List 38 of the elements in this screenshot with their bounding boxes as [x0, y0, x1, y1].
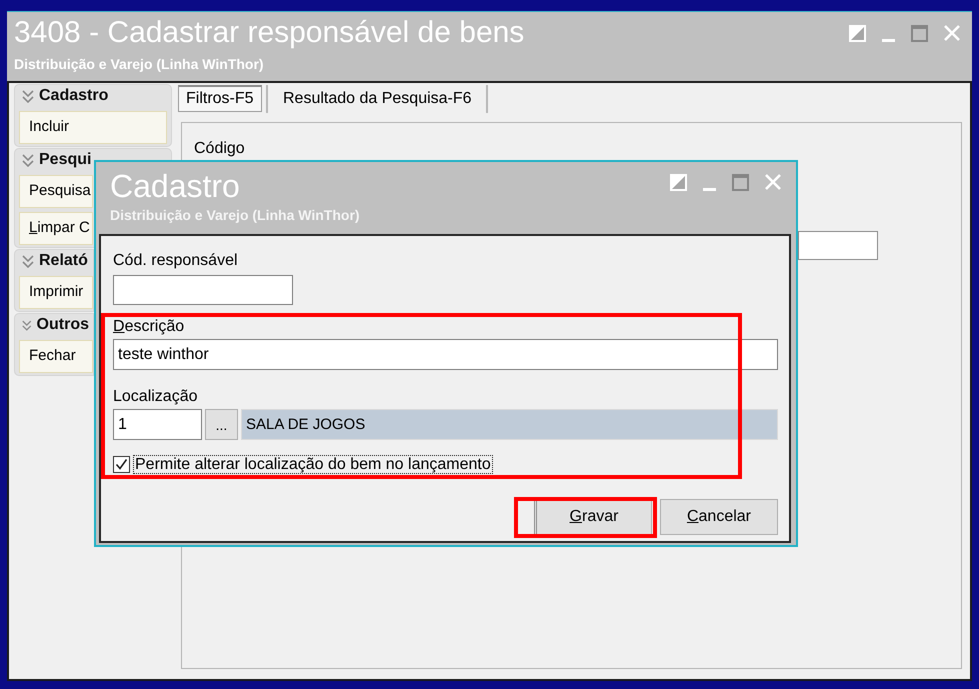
tab[interactable]: Filtros-F5 [178, 85, 262, 112]
readonly-field[interactable]: SALA DE JOGOS [241, 409, 778, 440]
sidebar-button[interactable]: Fechar [19, 340, 93, 373]
dialog-button[interactable]: Gravar [534, 499, 652, 535]
section-header: Outros [36, 315, 89, 335]
field-label: Código [194, 140, 245, 158]
checkbox[interactable] [113, 456, 130, 473]
double-chevron-icon [22, 254, 34, 268]
half-filled-square-icon[interactable] [670, 174, 687, 191]
input-field[interactable] [798, 231, 878, 260]
maximize-icon[interactable] [911, 25, 928, 42]
field-label: Cód. responsável [113, 252, 238, 270]
lookup-button[interactable]: ... [205, 409, 238, 440]
half-filled-square-icon[interactable] [849, 25, 866, 42]
sidebar-button[interactable]: Limpar C [19, 212, 93, 245]
close-icon[interactable] [944, 25, 960, 41]
double-chevron-icon [22, 318, 32, 332]
tab[interactable]: Resultado da Pesquisa-F6 [283, 85, 472, 113]
checkbox-label: Permite alterar localização do bem no lançamento [133, 455, 493, 474]
sidebar-button[interactable]: Incluir [19, 111, 167, 144]
field-label: Localização [113, 388, 198, 406]
input-field[interactable]: teste winthor [113, 339, 778, 370]
window-title: 3408 - Cadastrar responsável de bens [14, 16, 524, 50]
maximize-icon[interactable] [732, 174, 749, 191]
window-subtitle: Distribuição e Varejo (Linha WinThor) [14, 55, 265, 73]
input-field[interactable]: 1 [113, 409, 202, 440]
dialog-button[interactable]: Cancelar [660, 499, 778, 535]
double-chevron-icon [22, 90, 34, 102]
section-header: Pesqui [39, 150, 92, 170]
section-header: Relató [39, 251, 88, 271]
double-chevron-icon [22, 154, 34, 166]
sidebar-button[interactable]: Imprimir [19, 276, 93, 309]
field-label: Descrição [113, 318, 184, 336]
window-title: Cadastro [110, 168, 241, 204]
sidebar-button[interactable]: Pesquisa [19, 175, 93, 208]
section-header: Cadastro [39, 86, 108, 106]
input-field[interactable] [113, 275, 293, 305]
close-icon[interactable] [765, 174, 781, 190]
